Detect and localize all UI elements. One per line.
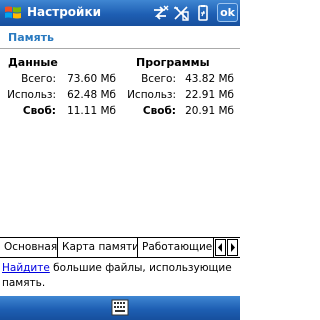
chevron-right-icon — [231, 243, 235, 252]
data-free-value: 11.11 Мб — [67, 105, 116, 117]
tab-running-programs[interactable]: Работающие — [138, 237, 214, 257]
tab-storage-card[interactable]: Карта памяти — [58, 237, 138, 257]
no-signal-icon[interactable] — [172, 4, 190, 22]
connectivity-icon[interactable] — [151, 4, 169, 22]
data-free-label: Своб: — [22, 105, 56, 117]
programs-used-value: 22.91 Мб — [185, 89, 234, 101]
programs-column-title: Программы — [136, 56, 210, 69]
tab-strip: Основная Карта памяти Работающие — [0, 237, 240, 257]
data-used-label: Использ: — [7, 89, 56, 101]
windows-start-icon[interactable] — [3, 3, 23, 23]
data-column-title: Данные — [8, 56, 58, 69]
data-total-value: 73.60 Мб — [67, 73, 116, 85]
keyboard-icon[interactable] — [111, 299, 129, 316]
find-files-link[interactable]: Найдите — [2, 262, 50, 274]
tab-main[interactable]: Основная — [0, 238, 58, 257]
battery-icon[interactable] — [194, 4, 212, 22]
data-total-label: Всего: — [21, 73, 56, 85]
data-used-value: 62.48 Мб — [67, 89, 116, 101]
programs-free-value: 20.91 Мб — [185, 105, 234, 117]
footer-divider — [0, 257, 240, 258]
page-title: Память — [8, 31, 55, 44]
programs-used-label: Использ: — [127, 89, 176, 101]
title-bar: Настройки ok — [0, 0, 240, 26]
header-divider — [0, 48, 240, 49]
programs-total-value: 43.82 Мб — [185, 73, 234, 85]
window-title: Настройки — [27, 5, 102, 19]
ok-button[interactable]: ok — [217, 3, 238, 22]
tab-scroll-right-button[interactable] — [227, 239, 238, 256]
footer-hint: Найдите большие файлы, использующие памя… — [2, 261, 238, 291]
chevron-left-icon — [218, 243, 222, 252]
programs-total-label: Всего: — [141, 73, 176, 85]
menu-bar — [0, 296, 240, 320]
tab-scroll-left-button[interactable] — [215, 239, 226, 256]
programs-free-label: Своб: — [142, 105, 176, 117]
